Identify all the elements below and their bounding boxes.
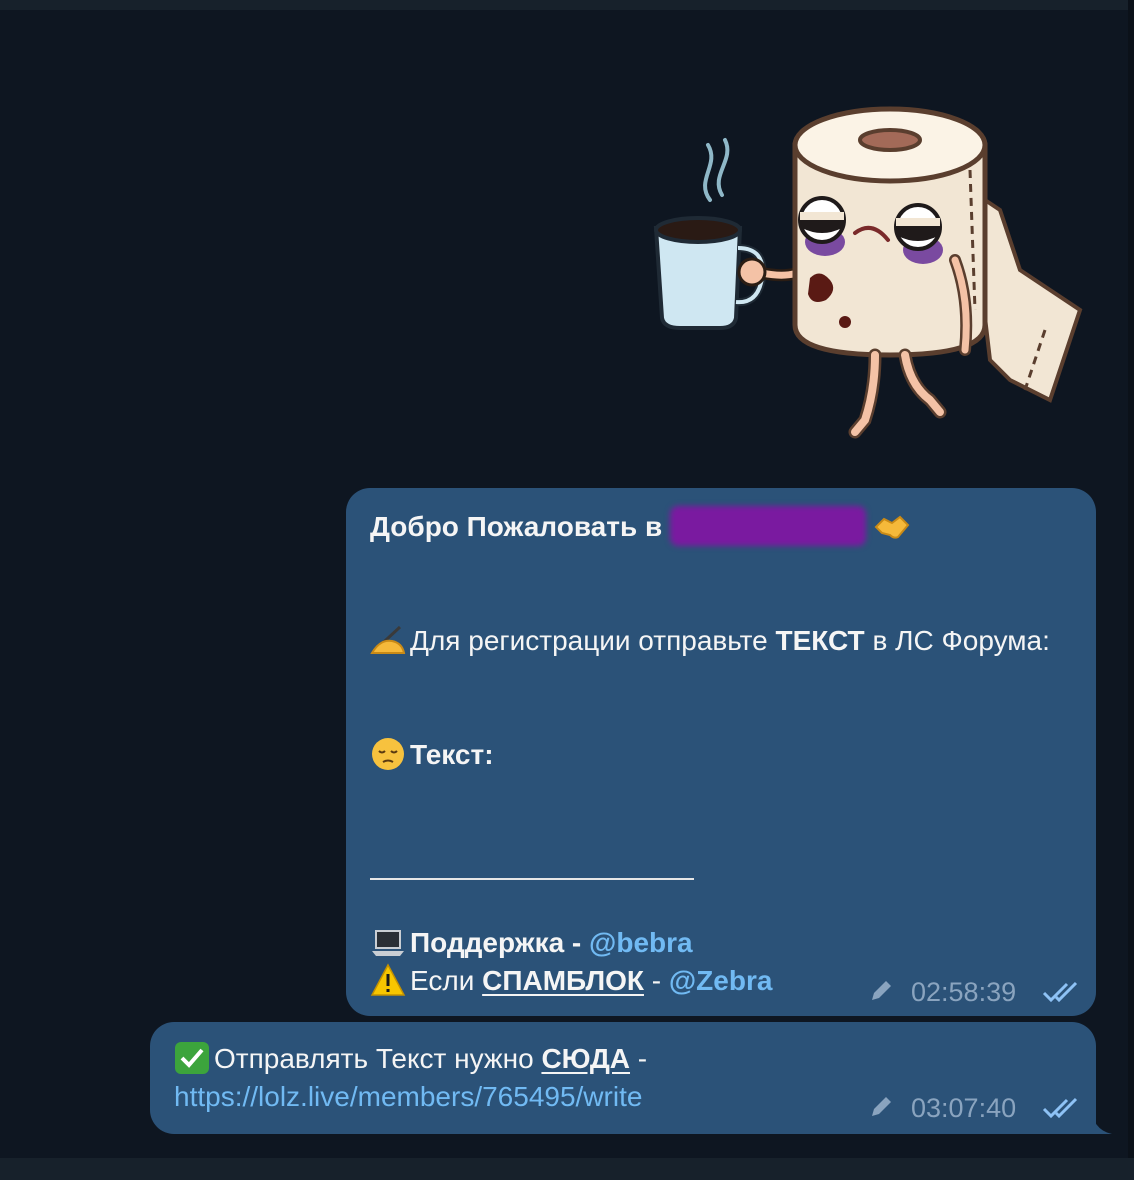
pensive-face-icon xyxy=(372,737,404,770)
message-bubble[interactable]: Отправлять Текст нужно СЮДА - https://lo… xyxy=(150,1022,1096,1134)
greeting-line: Добро Пожаловать в xyxy=(370,505,914,546)
top-bar xyxy=(0,0,1134,10)
redacted-name xyxy=(669,505,866,546)
double-check-icon xyxy=(1042,981,1078,1003)
scrollbar-track[interactable] xyxy=(1128,0,1134,1180)
text-label: Текст: xyxy=(410,739,494,770)
spam-line: Если СПАМБЛОК - @Zebra xyxy=(370,963,773,998)
register-suffix-text: в ЛС Форума: xyxy=(864,625,1050,656)
laptop-icon xyxy=(372,929,404,956)
write-link[interactable]: https://lolz.live/members/765495/write xyxy=(174,1080,642,1114)
spam-separator: - xyxy=(643,965,669,996)
spam-prefix: Если xyxy=(410,965,483,996)
handshake-icon xyxy=(874,515,910,539)
check-mark-button-icon xyxy=(175,1041,209,1074)
warning-icon xyxy=(370,963,406,996)
support-label: Поддержка - xyxy=(410,927,590,958)
send-word: СЮДА xyxy=(541,1043,631,1074)
send-line: Отправлять Текст нужно СЮДА - xyxy=(174,1041,648,1076)
send-suffix: - xyxy=(630,1043,648,1074)
register-line: Для регистрации отправьте ТЕКСТ в ЛС Фор… xyxy=(370,624,1050,658)
toilet-paper-sticker[interactable] xyxy=(640,100,1090,450)
register-text: Для регистрации отправьте xyxy=(410,625,776,656)
pencil-icon xyxy=(872,981,891,1000)
double-check-icon xyxy=(1042,1097,1078,1119)
divider-line xyxy=(370,878,694,880)
text-label-line: Текст: xyxy=(370,737,494,772)
writing-hand-icon xyxy=(370,625,406,654)
bottom-bar xyxy=(0,1158,1134,1180)
message-time: 03:07:40 xyxy=(911,1093,1017,1123)
message-bubble[interactable]: Добро Пожаловать в Для регистрации отпра… xyxy=(346,488,1096,1016)
register-bold-text: ТЕКСТ xyxy=(775,625,865,656)
greeting-text: Добро Пожаловать в xyxy=(370,511,663,542)
send-prefix: Отправлять Текст нужно xyxy=(214,1043,542,1074)
message-time: 02:58:39 xyxy=(911,977,1017,1007)
spam-word: СПАМБЛОК xyxy=(482,965,644,996)
support-handle-link[interactable]: @bebra xyxy=(589,927,693,958)
support-line: Поддержка - @bebra xyxy=(370,926,693,960)
spam-handle-link[interactable]: @Zebra xyxy=(669,965,773,996)
pencil-icon xyxy=(872,1097,891,1116)
